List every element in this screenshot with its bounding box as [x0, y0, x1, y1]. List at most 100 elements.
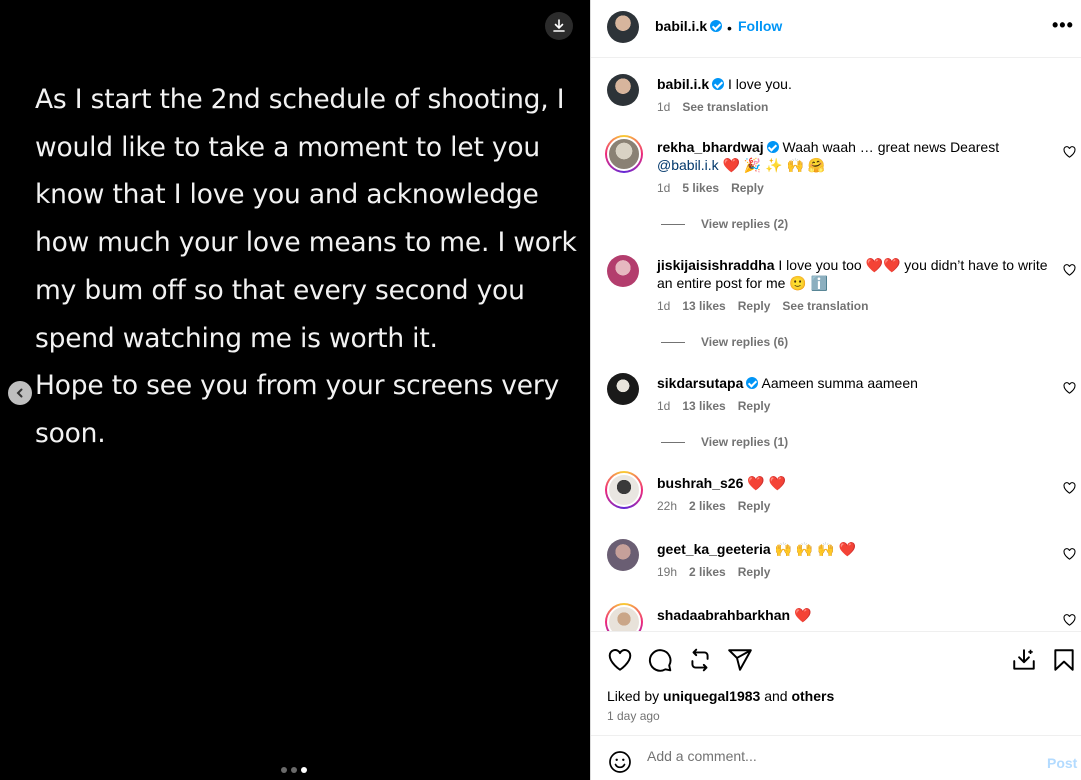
verified-badge-icon — [766, 141, 779, 153]
story-ring[interactable] — [605, 603, 643, 631]
comment-time: 1d — [657, 399, 671, 413]
view-replies-label[interactable]: View replies (6) — [701, 335, 788, 349]
story-ring[interactable] — [605, 135, 643, 173]
comment-meta: 19h 2 likes Reply — [657, 565, 782, 579]
comments-list[interactable]: babil.i.k I love you. 1d See translation … — [591, 58, 1081, 631]
follow-button[interactable]: Follow — [738, 18, 782, 34]
like-comment-heart-icon[interactable] — [1063, 382, 1076, 394]
view-replies-label[interactable]: View replies (2) — [701, 217, 788, 231]
reply-button[interactable]: Reply — [738, 565, 771, 579]
comment-likes[interactable]: 2 likes — [689, 565, 726, 579]
view-replies-label[interactable]: View replies (1) — [701, 435, 788, 449]
view-replies-line — [661, 223, 685, 225]
verified-badge-icon — [712, 78, 725, 90]
comment-avatar[interactable] — [607, 605, 641, 631]
comment-emojis: ❤️ — [793, 607, 812, 623]
view-replies-button[interactable]: View replies (2) — [661, 217, 788, 231]
comment-avatar[interactable] — [607, 137, 641, 171]
like-comment-heart-icon[interactable] — [1063, 146, 1076, 158]
comment-likes[interactable]: 13 likes — [682, 399, 725, 413]
post-media[interactable]: As I start the 2nd schedule of shooting,… — [0, 0, 590, 780]
post-comment-button[interactable]: Post — [1047, 755, 1077, 771]
bookmark-icon[interactable] — [1051, 647, 1077, 673]
comment-username[interactable]: jiskijaisishraddha — [657, 257, 775, 273]
comment-emojis: ❤️ 🎉 ✨ 🙌 🤗 — [722, 157, 826, 173]
liked-by-prefix: Liked by — [607, 688, 660, 704]
comment-input[interactable] — [647, 748, 1007, 764]
comment-text: geet_ka_geeteria 🙌 🙌 🙌 ❤️ — [657, 540, 1052, 558]
download-button[interactable] — [545, 12, 573, 40]
comment-username[interactable]: sikdarsutapa — [657, 375, 743, 391]
save-to-collection-icon[interactable] — [1011, 647, 1037, 673]
reply-button[interactable]: Reply — [738, 499, 771, 513]
post-timestamp[interactable]: 1 day ago — [607, 709, 660, 723]
author-username[interactable]: babil.i.k — [655, 18, 723, 34]
media-line: would like to take a moment to let you — [35, 131, 540, 163]
comment-avatar[interactable] — [607, 255, 639, 287]
author-avatar[interactable] — [607, 11, 639, 43]
comment-time: 19h — [657, 565, 678, 579]
like-comment-heart-icon[interactable] — [1063, 482, 1076, 494]
emoji-smile-icon[interactable] — [608, 750, 632, 774]
like-comment-heart-icon[interactable] — [1063, 548, 1076, 560]
separator-dot: • — [727, 20, 732, 36]
post-header: babil.i.k • Follow ••• — [591, 0, 1081, 58]
caption-avatar[interactable] — [607, 74, 639, 106]
carousel-prev-button[interactable] — [8, 381, 32, 405]
media-line: my bum off so that every second you — [35, 274, 525, 306]
comment-username[interactable]: geet_ka_geeteria — [657, 541, 771, 557]
carousel-indicator — [281, 767, 307, 773]
see-translation-link[interactable]: See translation — [782, 299, 868, 313]
author-username-text[interactable]: babil.i.k — [655, 18, 707, 34]
comment-avatar[interactable] — [607, 539, 639, 571]
comment-text: shadaabrahbarkhan ❤️ — [657, 606, 1052, 624]
share-icon[interactable] — [727, 647, 753, 673]
comment-likes[interactable]: 5 likes — [682, 181, 719, 195]
comment-body: Waah waah … great news Dearest — [782, 139, 1000, 155]
caption-body: I love you. — [728, 76, 792, 92]
caption-username[interactable]: babil.i.k — [657, 76, 709, 92]
comment-avatar[interactable] — [607, 373, 639, 405]
mention-link[interactable]: @babil.i.k — [657, 157, 719, 173]
comment-time: 22h — [657, 499, 678, 513]
comment-text: bushrah_s26 ❤️ ❤️ — [657, 474, 1052, 492]
liked-by-user[interactable]: uniquegal1983 — [663, 688, 760, 704]
like-heart-icon[interactable] — [607, 647, 633, 673]
caption-time: 1d — [657, 100, 671, 114]
caption-meta: 1d See translation — [657, 100, 780, 114]
media-line: know that I love you and acknowledge — [35, 179, 539, 211]
carousel-dot — [281, 767, 287, 773]
carousel-dot-active — [301, 767, 307, 773]
view-replies-button[interactable]: View replies (1) — [661, 435, 788, 449]
like-comment-heart-icon[interactable] — [1063, 614, 1076, 626]
comment-text: jiskijaisishraddha I love you too ❤️❤️ y… — [657, 256, 1052, 292]
comment-emojis: 🙂 ℹ️ — [789, 275, 829, 291]
comment-time: 1d — [657, 299, 671, 313]
view-replies-button[interactable]: View replies (6) — [661, 335, 788, 349]
comment-likes[interactable]: 13 likes — [682, 299, 725, 313]
verified-badge-icon — [710, 20, 723, 32]
repost-icon[interactable] — [687, 647, 713, 673]
comment-username[interactable]: shadaabrahbarkhan — [657, 607, 790, 623]
post-viewer: As I start the 2nd schedule of shooting,… — [0, 0, 1081, 780]
comment-time: 1d — [657, 181, 671, 195]
reply-button[interactable]: Reply — [738, 399, 771, 413]
comment-avatar[interactable] — [607, 473, 641, 507]
liked-by-others[interactable]: others — [791, 688, 834, 704]
story-ring[interactable] — [605, 471, 643, 509]
comment-username[interactable]: rekha_bhardwaj — [657, 139, 764, 155]
comment-text: sikdarsutapa Aameen summa aameen — [657, 374, 1052, 392]
reply-button[interactable]: Reply — [738, 299, 771, 313]
comment-username[interactable]: bushrah_s26 — [657, 475, 743, 491]
action-bar: Liked by uniquegal1983 and others 1 day … — [591, 631, 1081, 735]
see-translation-link[interactable]: See translation — [682, 100, 768, 114]
media-text: As I start the 2nd schedule of shooting,… — [35, 76, 577, 458]
comment-meta: 1d 13 likes Reply See translation — [657, 299, 880, 313]
chevron-left-icon — [16, 388, 23, 398]
comment-likes[interactable]: 2 likes — [689, 499, 726, 513]
reply-button[interactable]: Reply — [731, 181, 764, 195]
like-comment-heart-icon[interactable] — [1063, 264, 1076, 276]
more-options-button[interactable]: ••• — [1052, 16, 1074, 34]
media-line: how much your love means to me. I work — [35, 227, 577, 259]
comment-icon[interactable] — [647, 647, 673, 673]
